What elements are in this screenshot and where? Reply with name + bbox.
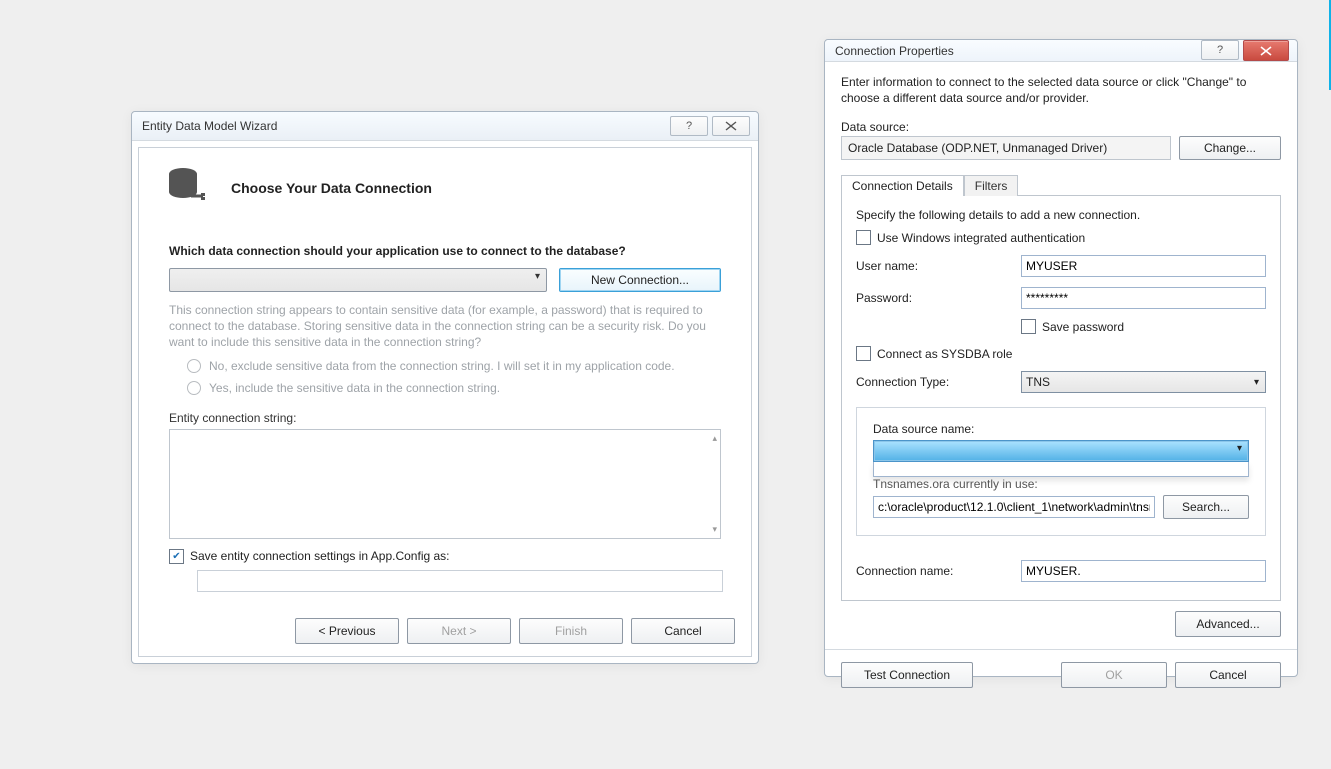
radio-exclude-row: No, exclude sensitive data from the conn…	[169, 359, 721, 373]
username-input[interactable]	[1021, 255, 1266, 277]
connection-row: New Connection...	[169, 268, 721, 292]
radio-include-label: Yes, include the sensitive data in the c…	[209, 381, 500, 395]
new-connection-button[interactable]: New Connection...	[559, 268, 721, 292]
connection-dropdown[interactable]	[169, 268, 547, 292]
conn-string-label: Entity connection string:	[169, 411, 721, 425]
sysdba-label: Connect as SYSDBA role	[877, 347, 1012, 361]
props-title: Connection Properties	[825, 44, 954, 58]
props-bottom: Test Connection OK Cancel	[825, 649, 1297, 700]
scroll-down-icon: ▾	[712, 524, 717, 535]
connection-properties-window: Connection Properties ? Enter informatio…	[824, 39, 1298, 677]
data-source-label: Data source:	[841, 120, 1281, 134]
tab-pane: Specify the following details to add a n…	[841, 195, 1281, 601]
password-input[interactable]	[1021, 287, 1266, 309]
conn-string-textarea[interactable]: ▴ ▾	[169, 429, 721, 539]
password-label: Password:	[856, 291, 1021, 305]
radio-include-row: Yes, include the sensitive data in the c…	[169, 381, 721, 395]
radio-exclude-label: No, exclude sensitive data from the conn…	[209, 359, 675, 373]
wizard-window: Entity Data Model Wizard ?	[131, 111, 759, 664]
dsn-label: Data source name:	[873, 422, 1249, 436]
props-titlebar-controls: ?	[1197, 40, 1297, 61]
wizard-titlebar-controls: ?	[666, 116, 758, 136]
save-password-row: ✔ Save password	[856, 319, 1266, 334]
wizard-body: Which data connection should your applic…	[139, 224, 751, 606]
dsn-combo[interactable]	[873, 440, 1249, 462]
conn-type-select[interactable]: TNS	[1021, 371, 1266, 393]
props-cancel-button[interactable]: Cancel	[1175, 662, 1281, 688]
conn-type-value: TNS	[1026, 375, 1050, 389]
advanced-button[interactable]: Advanced...	[1175, 611, 1281, 637]
cancel-button[interactable]: Cancel	[631, 618, 735, 644]
wizard-title: Entity Data Model Wizard	[132, 119, 277, 133]
scroll-up-icon: ▴	[712, 433, 717, 444]
props-intro: Enter information to connect to the sele…	[841, 74, 1281, 106]
props-titlebar: Connection Properties ?	[825, 40, 1297, 62]
wizard-banner-title: Choose Your Data Connection	[231, 180, 432, 196]
win-auth-row: ✔ Use Windows integrated authentication	[856, 230, 1266, 245]
close-icon	[725, 121, 737, 131]
radio-include[interactable]	[187, 381, 201, 395]
advanced-row: Advanced...	[841, 601, 1281, 637]
ok-button[interactable]: OK	[1061, 662, 1167, 688]
username-row: User name:	[856, 255, 1266, 277]
tns-path-row: Search...	[873, 495, 1249, 519]
save-settings-label: Save entity connection settings in App.C…	[190, 549, 450, 563]
wizard-banner: Choose Your Data Connection	[139, 148, 751, 224]
win-auth-checkbox[interactable]: ✔	[856, 230, 871, 245]
specify-hint: Specify the following details to add a n…	[856, 208, 1266, 222]
tab-connection-details[interactable]: Connection Details	[841, 175, 964, 196]
data-source-row: Oracle Database (ODP.NET, Unmanaged Driv…	[841, 136, 1281, 160]
change-button[interactable]: Change...	[1179, 136, 1281, 160]
help-button[interactable]: ?	[670, 116, 708, 136]
tns-group: group Data source name: Tnsnames.ora cur…	[856, 407, 1266, 536]
conn-type-label: Connection Type:	[856, 375, 1021, 389]
save-password-checkbox[interactable]: ✔	[1021, 319, 1036, 334]
data-source-value: Oracle Database (ODP.NET, Unmanaged Driv…	[841, 136, 1171, 160]
props-body: Enter information to connect to the sele…	[825, 62, 1297, 649]
sysdba-checkbox[interactable]: ✔	[856, 346, 871, 361]
radio-exclude[interactable]	[187, 359, 201, 373]
finish-button[interactable]: Finish	[519, 618, 623, 644]
conn-name-label: Connection name:	[856, 564, 1021, 578]
next-button[interactable]: Next >	[407, 618, 511, 644]
save-settings-checkbox[interactable]: ✔	[169, 549, 184, 564]
tns-path-input[interactable]	[873, 496, 1155, 518]
sensitive-data-text: This connection string appears to contai…	[169, 302, 721, 351]
test-connection-button[interactable]: Test Connection	[841, 662, 973, 688]
conn-type-row: Connection Type: TNS	[856, 371, 1266, 393]
conn-name-row: Connection name:	[856, 560, 1266, 582]
props-close-button[interactable]	[1243, 40, 1289, 61]
props-help-button[interactable]: ?	[1201, 40, 1239, 60]
previous-button[interactable]: < Previous	[295, 618, 399, 644]
wizard-inner: Choose Your Data Connection Which data c…	[138, 147, 752, 657]
database-icon	[163, 166, 211, 210]
wizard-titlebar: Entity Data Model Wizard ?	[132, 112, 758, 141]
tns-label: Tnsnames.ora currently in use:	[873, 477, 1249, 491]
tab-filters[interactable]: Filters	[964, 175, 1019, 196]
password-row: Password:	[856, 287, 1266, 309]
dsn-droplist[interactable]	[873, 462, 1249, 477]
close-icon	[1259, 46, 1273, 56]
conn-name-input[interactable]	[1021, 560, 1266, 582]
save-settings-row: ✔ Save entity connection settings in App…	[169, 549, 721, 564]
sysdba-row: ✔ Connect as SYSDBA role	[856, 346, 1266, 361]
win-auth-label: Use Windows integrated authentication	[877, 231, 1085, 245]
username-label: User name:	[856, 259, 1021, 273]
search-button[interactable]: Search...	[1163, 495, 1249, 519]
close-button[interactable]	[712, 116, 750, 136]
tabs: Connection Details Filters	[841, 174, 1281, 195]
config-name-input[interactable]	[197, 570, 723, 592]
wizard-question: Which data connection should your applic…	[169, 244, 721, 258]
save-password-label: Save password	[1042, 320, 1124, 334]
wizard-footer: < Previous Next > Finish Cancel	[139, 606, 751, 656]
